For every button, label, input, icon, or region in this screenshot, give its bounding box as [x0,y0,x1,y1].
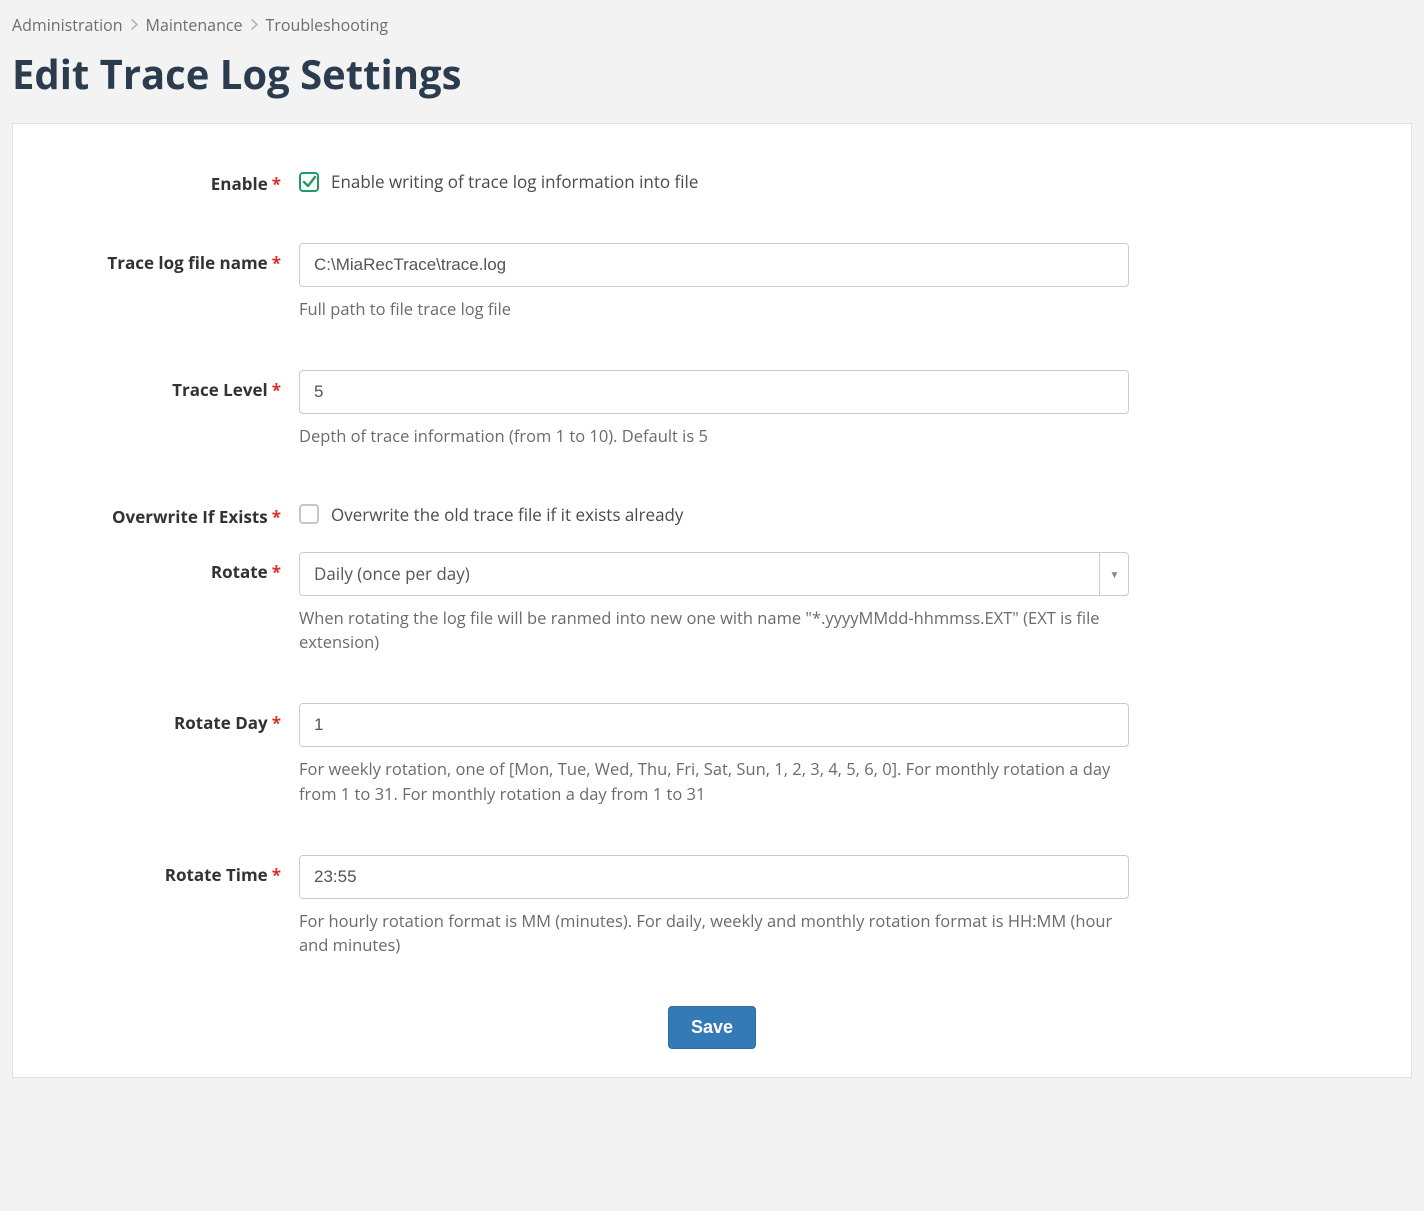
breadcrumb-troubleshooting[interactable]: Troubleshooting [266,14,389,36]
rotate-time-help: For hourly rotation format is MM (minute… [299,909,1129,959]
chevron-right-icon [251,16,258,35]
trace-level-help: Depth of trace information (from 1 to 10… [299,424,1129,449]
form-panel: Enable* Enable writing of trace log info… [12,123,1412,1078]
checkmark-icon [302,175,316,189]
rotate-help: When rotating the log file will be ranme… [299,606,1129,656]
label-trace-file: Trace log file name* [39,243,299,274]
rotate-time-input[interactable] [299,855,1129,899]
label-rotate: Rotate* [39,552,299,583]
enable-checkbox-label: Enable writing of trace log information … [331,170,698,193]
label-overwrite: Overwrite If Exists* [39,497,299,528]
breadcrumb-maintenance[interactable]: Maintenance [146,14,243,36]
label-trace-level: Trace Level* [39,370,299,401]
rotate-select[interactable]: Daily (once per day) [299,552,1129,596]
label-rotate-time: Rotate Time* [39,855,299,886]
rotate-day-help: For weekly rotation, one of [Mon, Tue, W… [299,757,1129,807]
breadcrumb: Administration Maintenance Troubleshooti… [12,14,1412,36]
enable-checkbox[interactable] [299,172,319,192]
save-button[interactable]: Save [668,1006,756,1049]
overwrite-checkbox[interactable] [299,504,319,524]
page-title: Edit Trace Log Settings [12,46,1412,101]
label-rotate-day: Rotate Day* [39,703,299,734]
trace-level-input[interactable] [299,370,1129,414]
trace-file-input[interactable] [299,243,1129,287]
rotate-select-value: Daily (once per day) [314,562,470,585]
chevron-right-icon [131,16,138,35]
breadcrumb-administration[interactable]: Administration [12,14,123,36]
rotate-day-input[interactable] [299,703,1129,747]
label-enable: Enable* [39,164,299,195]
overwrite-checkbox-label: Overwrite the old trace file if it exist… [331,503,683,526]
trace-file-help: Full path to file trace log file [299,297,1129,322]
